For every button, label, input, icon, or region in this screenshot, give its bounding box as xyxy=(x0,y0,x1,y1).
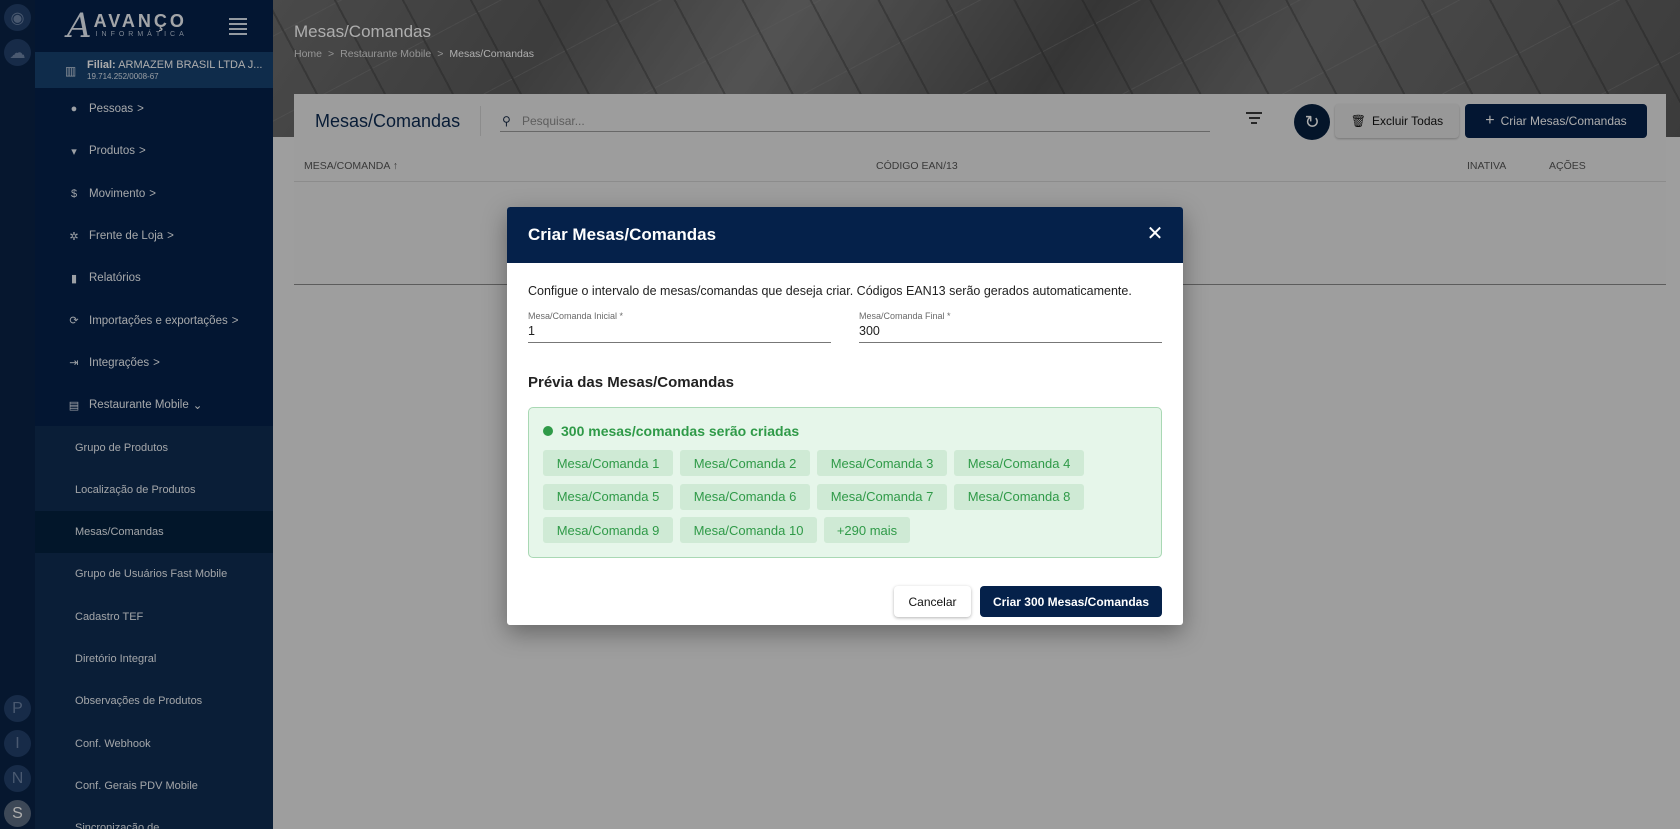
preview-count: 300 mesas/comandas serão criadas xyxy=(543,423,799,439)
end-number-value[interactable]: 300 xyxy=(859,324,1162,338)
preview-chip: Mesa/Comanda 5 xyxy=(543,483,673,510)
start-number-value[interactable]: 1 xyxy=(528,324,831,338)
status-dot-icon xyxy=(543,426,553,436)
end-number-label: Mesa/Comanda Final * xyxy=(859,311,951,321)
preview-chip: Mesa/Comanda 4 xyxy=(954,450,1084,476)
preview-box: 300 mesas/comandas serão criadas Mesa/Co… xyxy=(528,407,1162,558)
preview-title: Prévia das Mesas/Comandas xyxy=(528,374,734,391)
preview-chip: Mesa/Comanda 2 xyxy=(680,450,810,476)
close-icon[interactable]: ✕ xyxy=(1143,222,1167,246)
preview-chip: +290 mais xyxy=(824,517,910,543)
create-dialog: Criar Mesas/Comandas ✕ Configue o interv… xyxy=(507,207,1183,625)
start-number-label: Mesa/Comanda Inicial * xyxy=(528,311,624,321)
preview-chip: Mesa/Comanda 7 xyxy=(817,483,947,510)
preview-count-text: 300 mesas/comandas serão criadas xyxy=(561,423,800,439)
dialog-title: Criar Mesas/Comandas xyxy=(528,225,717,244)
submit-button[interactable]: Criar 300 Mesas/Comandas xyxy=(980,586,1162,617)
preview-chip: Mesa/Comanda 10 xyxy=(680,517,817,543)
preview-chip: Mesa/Comanda 9 xyxy=(543,517,673,543)
cancel-button[interactable]: Cancelar xyxy=(894,586,971,617)
dialog-header: Criar Mesas/Comandas ✕ xyxy=(507,207,1183,263)
preview-chip: Mesa/Comanda 6 xyxy=(680,483,810,510)
end-number-field[interactable]: Mesa/Comanda Final * 300 xyxy=(859,311,1162,343)
preview-chip: Mesa/Comanda 8 xyxy=(954,483,1084,510)
preview-chip: Mesa/Comanda 1 xyxy=(543,450,673,476)
dialog-description: Configue o intervalo de mesas/comandas q… xyxy=(528,284,1132,298)
preview-chip: Mesa/Comanda 3 xyxy=(817,450,947,476)
start-number-field[interactable]: Mesa/Comanda Inicial * 1 xyxy=(528,311,831,343)
